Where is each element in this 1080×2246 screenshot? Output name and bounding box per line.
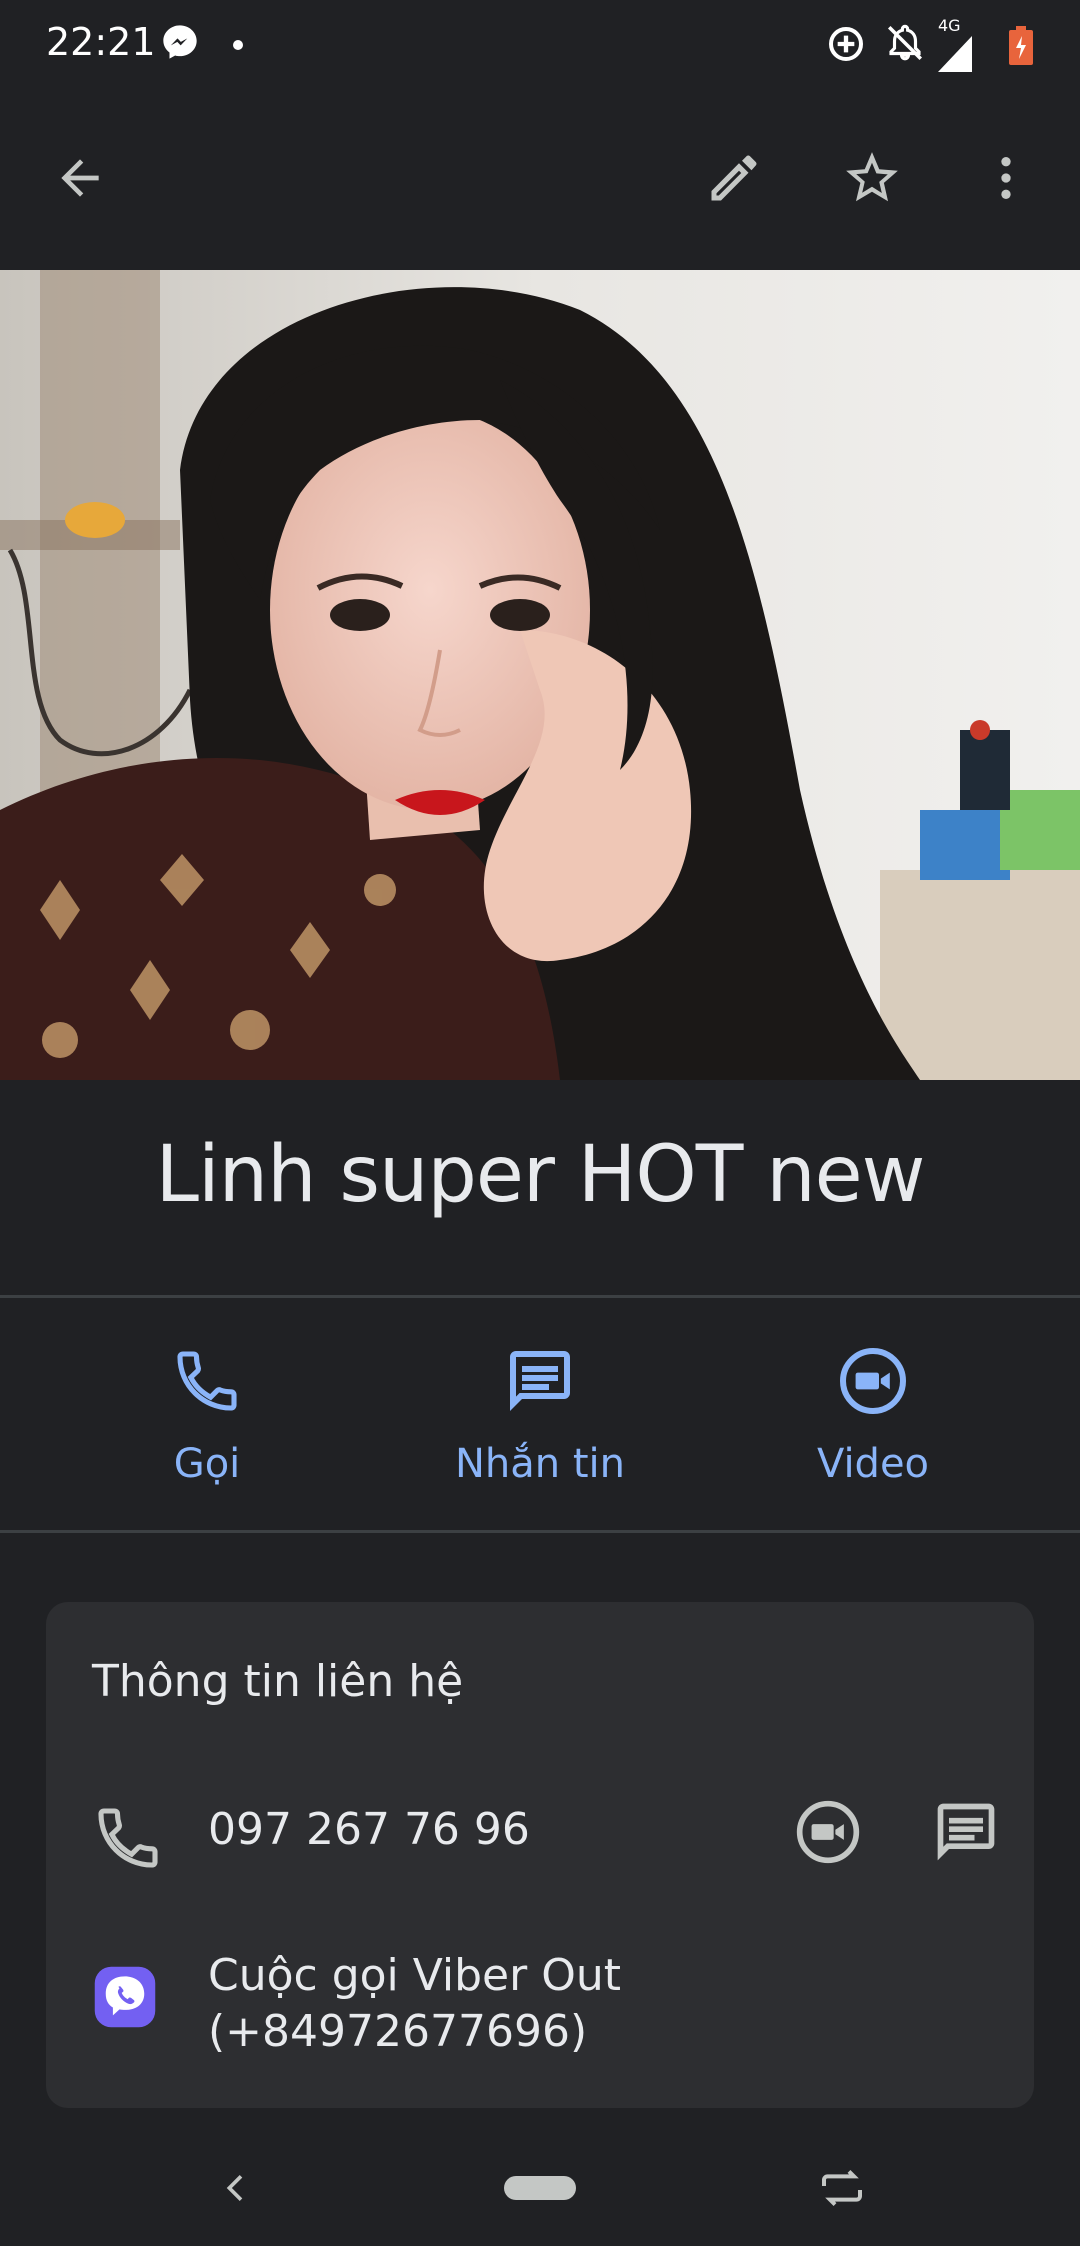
phone-icon: [177, 1351, 237, 1411]
viber-out-number: (+84972677696): [208, 2006, 588, 2057]
contact-info-card: Thông tin liên hệ 097 267 76 96 Cuộc gọi…: [46, 1602, 1034, 2108]
home-pill-icon: [504, 2176, 576, 2200]
nav-rotate-button[interactable]: [794, 2150, 890, 2226]
star-outline-icon: [846, 152, 898, 202]
viber-icon: [94, 1966, 156, 2028]
notifications-off-icon: [884, 22, 926, 69]
nav-back-button[interactable]: [188, 2150, 284, 2226]
message-action-label: Nhắn tin: [455, 1441, 625, 1487]
video-call-icon: [796, 1800, 860, 1864]
more-options-button[interactable]: [958, 130, 1054, 226]
rotate-icon: [822, 2169, 862, 2207]
message-action-button[interactable]: Nhắn tin: [400, 1298, 680, 1530]
status-bar: 22:21 4G: [0, 0, 1080, 88]
video-call-icon: [840, 1348, 906, 1414]
divider: [0, 1530, 1080, 1533]
viber-out-call: Cuộc gọi Viber Out (+84972677696): [208, 1948, 621, 2060]
favorite-button[interactable]: [824, 130, 920, 226]
viber-out-label: Cuộc gọi Viber Out: [208, 1950, 621, 2001]
messenger-icon: [160, 22, 200, 67]
contact-photo: [0, 270, 1080, 1080]
video-action-button[interactable]: Video: [733, 1298, 1013, 1530]
call-action-label: Gọi: [173, 1441, 241, 1487]
status-time: 22:21: [46, 20, 156, 64]
nav-home-button[interactable]: [492, 2150, 588, 2226]
nav-back-icon: [226, 2175, 243, 2201]
video-action-label: Video: [816, 1441, 930, 1487]
arrow-back-icon: [61, 159, 99, 197]
phone-number: 097 267 76 96: [208, 1804, 530, 1855]
contact-info-title: Thông tin liên hệ: [92, 1656, 464, 1707]
message-icon: [937, 1803, 995, 1861]
pencil-icon: [711, 155, 757, 201]
edit-button[interactable]: [686, 130, 782, 226]
back-button[interactable]: [32, 130, 128, 226]
call-action-button[interactable]: Gọi: [67, 1298, 347, 1530]
dot-icon: [232, 38, 244, 56]
phone-video-button[interactable]: [780, 1784, 876, 1880]
contact-name: Linh super HOT new: [155, 1130, 926, 1220]
navigation-bar: [0, 2130, 1080, 2246]
phone-message-button[interactable]: [918, 1784, 1014, 1880]
phone-icon: [98, 1808, 158, 1868]
message-icon: [510, 1351, 570, 1411]
battery-icon: [1008, 26, 1034, 71]
quick-actions: Gọi Nhắn tin Video: [0, 1298, 1080, 1530]
more-vert-icon: [1001, 157, 1011, 199]
data-saver-icon: [826, 24, 866, 69]
app-bar: [0, 88, 1080, 270]
